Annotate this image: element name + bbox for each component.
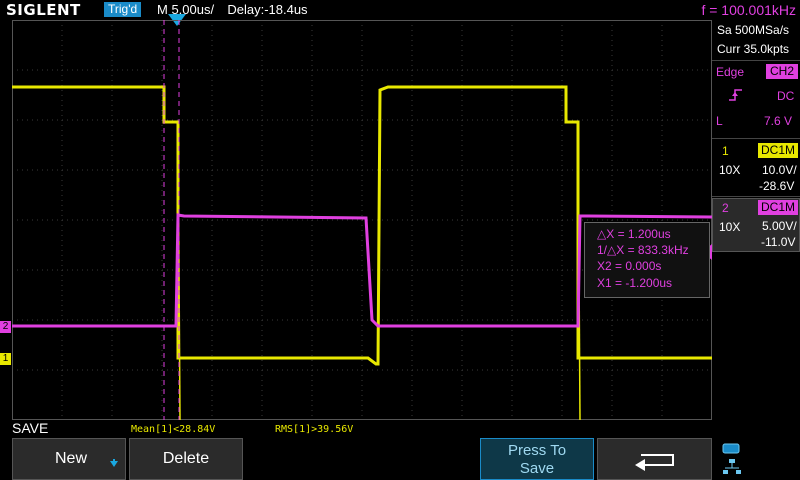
ch2-probe: 10X xyxy=(719,220,741,234)
trigger-coupling: DC xyxy=(777,89,795,103)
ch2-coupling-badge: DC1M xyxy=(758,200,798,215)
press-to-save-line2: Save xyxy=(519,460,555,477)
menu-title: SAVE xyxy=(12,420,49,436)
ch1-ground-marker[interactable]: 1 xyxy=(0,353,11,365)
ch1-scale: 10.0V/ xyxy=(762,163,797,177)
cursor-inverse-delta-x: 1/△X = 833.3kHz xyxy=(597,243,689,257)
usb-storage-icon xyxy=(722,443,740,454)
delete-button-label: Delete xyxy=(162,450,210,467)
delete-button[interactable]: Delete xyxy=(129,438,243,480)
ch1-coupling-badge: DC1M xyxy=(758,143,798,158)
trigger-status-badge: Trig'd xyxy=(104,2,142,17)
press-to-save-line1: Press To xyxy=(507,442,567,459)
cursor-x1: X1 = -1.200us xyxy=(597,276,673,290)
ch2-number: 2 xyxy=(722,201,729,215)
new-button[interactable]: New xyxy=(12,438,126,480)
measurement-mean: Mean[1]<28.84V xyxy=(131,424,216,435)
frequency-readout: f = 100.001kHz xyxy=(701,2,796,18)
trigger-level-label: L xyxy=(716,114,723,128)
memory-depth: Curr 35.0kpts xyxy=(717,42,790,56)
new-button-label: New xyxy=(55,450,88,467)
arrow-down-icon xyxy=(110,459,118,467)
waveform-display[interactable] xyxy=(12,20,712,420)
ch1-number: 1 xyxy=(722,144,729,158)
sample-rate: Sa 500MSa/s xyxy=(717,23,790,37)
ch1-probe: 10X xyxy=(719,163,741,177)
cursor-x2: X2 = 0.000s xyxy=(597,259,662,273)
cursor-readout-panel: △X = 1.200us 1/△X = 833.3kHz X2 = 0.000s… xyxy=(584,222,710,298)
cursor-delta-x: △X = 1.200us xyxy=(597,227,671,241)
delay-value: Delay:-18.4us xyxy=(227,2,308,17)
return-button[interactable] xyxy=(597,438,712,480)
network-icon xyxy=(723,459,741,474)
press-to-save-button[interactable]: Press To Save xyxy=(480,438,594,480)
panel-divider xyxy=(712,138,800,139)
trigger-level-value: 7.6 V xyxy=(764,114,793,128)
ch2-scale: 5.00V/ xyxy=(762,219,797,233)
ch2-offset: -11.0V xyxy=(761,235,796,249)
ch2-ground-marker[interactable]: 2 xyxy=(0,321,11,333)
trigger-type: Edge xyxy=(716,65,745,79)
return-arrow-icon xyxy=(635,454,674,471)
measurement-rms: RMS[1]>39.56V xyxy=(275,424,354,435)
trigger-source-badge: CH2 xyxy=(766,64,798,79)
brand-logo: SIGLENT xyxy=(6,1,81,19)
ch1-offset: -28.6V xyxy=(759,179,795,193)
panel-divider xyxy=(712,196,800,197)
graticule-grid xyxy=(12,20,712,420)
rising-edge-icon xyxy=(729,89,742,101)
